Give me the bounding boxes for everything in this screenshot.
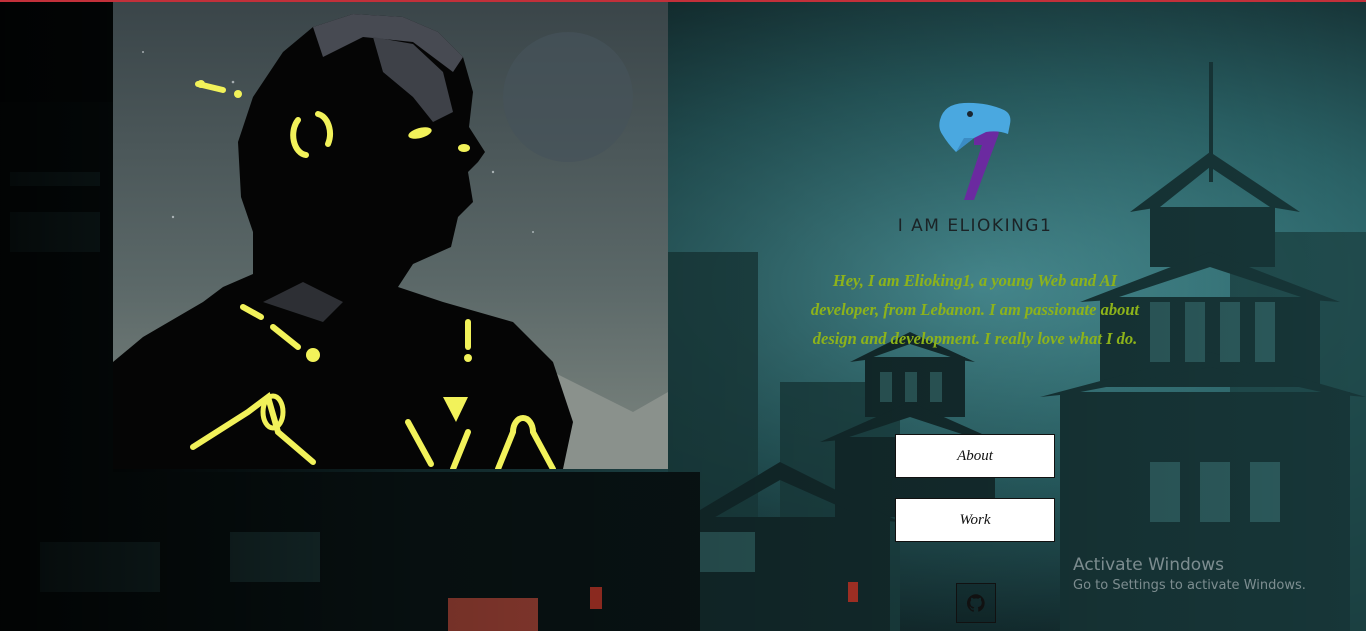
windows-activation-watermark: Activate Windows Go to Settings to activ… bbox=[1073, 555, 1306, 593]
work-button[interactable]: Work bbox=[895, 498, 1055, 542]
github-link[interactable] bbox=[956, 583, 996, 623]
intro-paragraph: Hey, I am Elioking1, a young Web and AI … bbox=[810, 271, 1140, 348]
elioking-logo-icon bbox=[939, 102, 1011, 200]
hero-portrait-illustration bbox=[113, 2, 668, 469]
site-title: I AM ELIOKING1 bbox=[897, 216, 1053, 236]
activate-title: Activate Windows bbox=[1073, 555, 1224, 575]
activate-subtitle: Go to Settings to activate Windows. bbox=[1073, 578, 1306, 593]
github-icon bbox=[967, 594, 985, 612]
about-button[interactable]: About bbox=[895, 434, 1055, 478]
